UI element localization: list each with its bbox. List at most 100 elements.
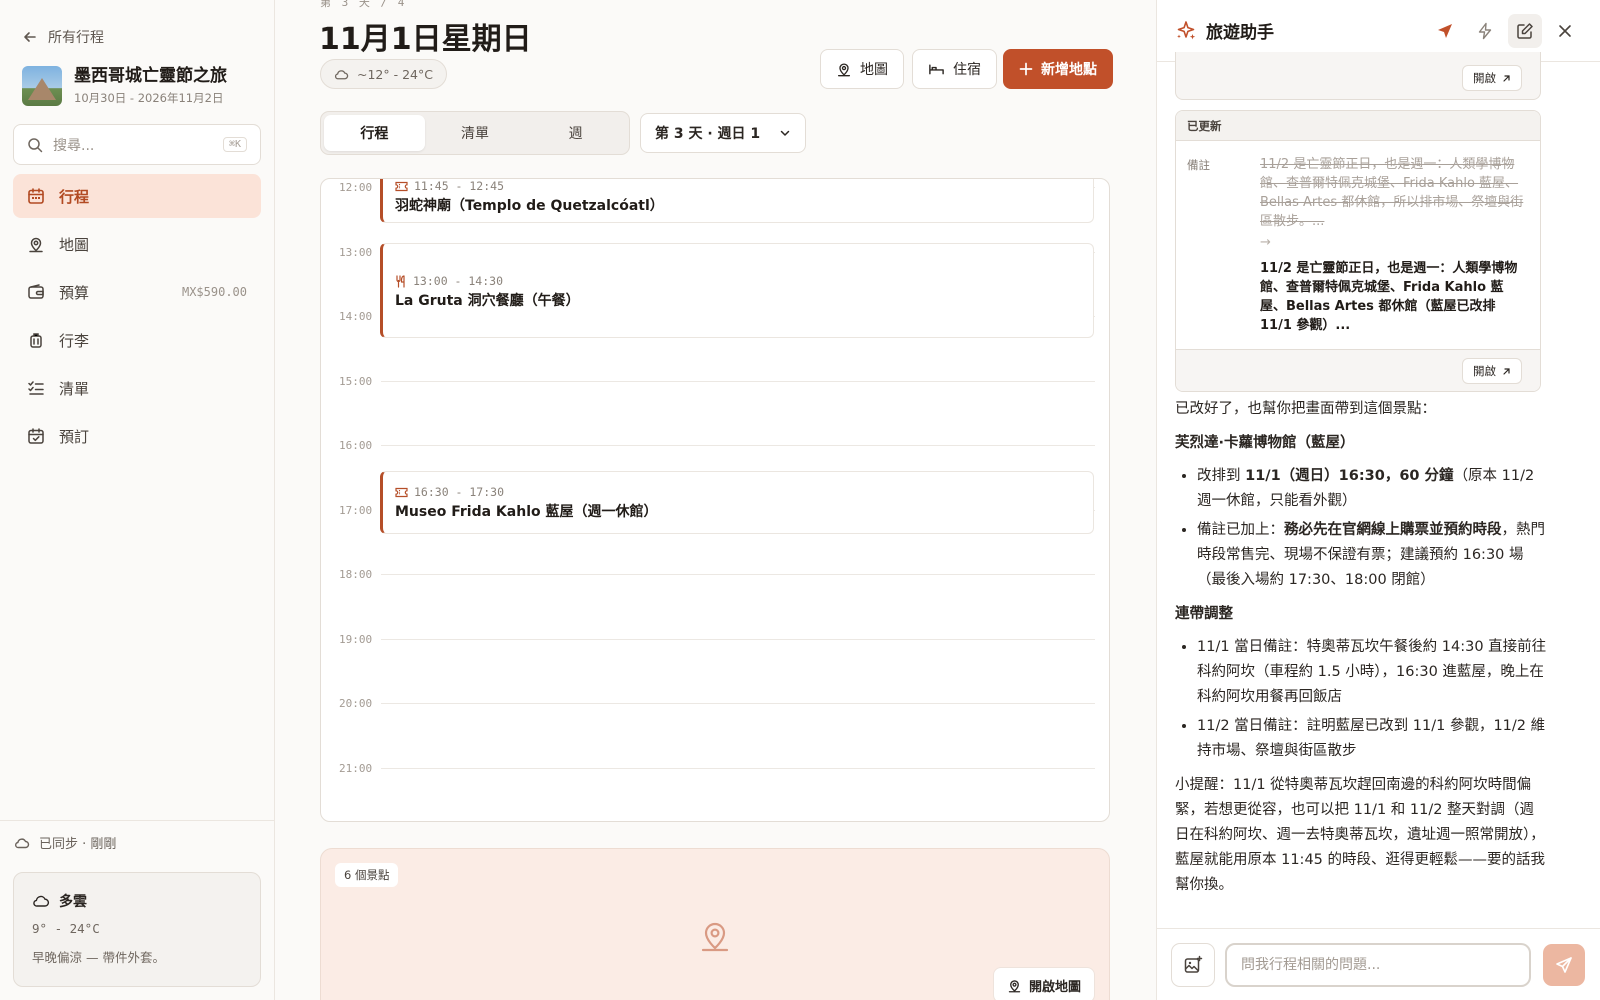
send-icon — [1555, 956, 1573, 974]
weather-condition: 多雲 — [59, 894, 87, 910]
open-button[interactable]: 開啟 — [1462, 358, 1522, 384]
message-heading: 連帶調整 — [1175, 606, 1233, 622]
chat-composer — [1157, 928, 1600, 1000]
assistant-message: 已改好了，也幫你把畫面帶到這個景點： 芙烈達·卡蘿博物館（藍屋） 改排到 11/… — [1175, 397, 1547, 907]
search-input[interactable]: 搜尋... ⌘K — [13, 124, 261, 165]
trip-name: 墨西哥城亡靈節之旅 — [74, 66, 227, 86]
itinerary-event[interactable]: 11:45 - 12:45 羽蛇神廟（Templo de Quetzalcóat… — [380, 179, 1094, 223]
cloud-icon — [32, 892, 50, 910]
hour-row: 15:00 — [321, 375, 1109, 440]
itinerary-event[interactable]: 13:00 - 14:30 La Gruta 洞穴餐廳（午餐） — [380, 243, 1094, 338]
sidebar-item-budget[interactable]: 預算 MX$590.00 — [13, 270, 261, 314]
quick-actions-button[interactable] — [1468, 14, 1502, 48]
sidebar: 所有行程 墨西哥城亡靈節之旅 10月30日 - 2026年11月2日 搜尋...… — [0, 0, 275, 1000]
hour-row: 20:00 — [321, 697, 1109, 762]
itinerary-main: 第 3 天 / 4 11月1日星期日 ~12° - 24°C 地圖 住宿 新增地… — [276, 0, 1156, 1000]
open-map-label: 開啟地圖 — [1028, 979, 1081, 995]
back-to-all-trips-link[interactable]: 所有行程 — [22, 27, 104, 47]
map-button[interactable]: 地圖 — [820, 49, 904, 89]
assistant-title: 旅遊助手 — [1206, 23, 1274, 43]
hour-label: 13:00 — [339, 245, 373, 259]
search-shortcut-badge: ⌘K — [222, 137, 247, 152]
update-new-value: 11/2 是亡靈節正日，也是週一：人類學博物館、查普爾特佩克城堡、Frida K… — [1260, 261, 1518, 333]
sidebar-nav: 行程 地圖 預算 MX$590.00 行李 清單 預訂 — [13, 174, 261, 462]
navigation-arrow-icon — [1436, 22, 1454, 40]
map-pin-icon — [697, 917, 733, 953]
lodging-button[interactable]: 住宿 — [912, 49, 997, 89]
weather-range: 9° - 24°C — [32, 921, 100, 936]
previous-update-card: 開啟 — [1175, 52, 1541, 100]
message-bullet: 改排到 11/1（週日）16:30，60 分鐘（原本 11/2 週一休館，只能看… — [1197, 464, 1547, 514]
hour-label: 15:00 — [339, 374, 373, 388]
new-chat-button[interactable] — [1508, 13, 1542, 48]
map-button-label: 地圖 — [860, 62, 888, 78]
trip-header: 墨西哥城亡靈節之旅 10月30日 - 2026年11月2日 — [22, 65, 227, 106]
chat-input[interactable] — [1225, 943, 1531, 987]
ticket-icon — [395, 181, 408, 192]
wallet-icon — [27, 283, 45, 301]
cloud-icon — [334, 67, 349, 82]
chevron-down-icon — [779, 127, 791, 139]
close-icon — [1557, 23, 1573, 39]
day-timeline: 12:00 13:00 14:00 15:00 16:00 17:00 18:0… — [320, 178, 1110, 822]
bed-icon — [928, 61, 945, 77]
message-bullet: 11/2 當日備註：註明藍屋已改到 11/1 參觀，11/2 維持市場、祭壇與街… — [1197, 714, 1547, 764]
hour-label: 14:00 — [339, 310, 373, 323]
day-breadcrumb: 第 3 天 / 4 — [320, 0, 407, 9]
sync-status: 已同步 · 剛剛 — [0, 820, 275, 864]
budget-amount: MX$590.00 — [181, 285, 247, 299]
sidebar-item-label: 行李 — [59, 331, 90, 350]
message-bullet: 11/1 當日備註：特奧蒂瓦坎午餐後約 14:30 直接前往科約阿坎（車程約 1… — [1197, 635, 1547, 710]
view-tabs: 行程 清單 週 — [320, 111, 630, 155]
sidebar-item-bookings[interactable]: 預訂 — [13, 414, 261, 458]
luggage-icon — [27, 331, 45, 349]
sidebar-item-label: 行程 — [59, 187, 90, 206]
close-panel-button[interactable] — [1548, 14, 1582, 48]
itinerary-event[interactable]: 16:30 - 17:30 Museo Frida Kahlo 藍屋（週一休館） — [380, 471, 1094, 534]
update-arrow: → — [1260, 235, 1271, 250]
attach-image-button[interactable] — [1171, 943, 1215, 987]
update-field-name: 備註 — [1187, 158, 1210, 172]
sidebar-item-label: 清單 — [59, 379, 90, 398]
hour-label: 20:00 — [339, 697, 373, 710]
tab-week[interactable]: 週 — [525, 115, 626, 151]
map-preview-card: 6 個景點 開啟地圖 — [320, 848, 1110, 1000]
update-card: 已更新 備註 11/2 是亡靈節正日，也是週一：人類學博物館、查普爾特佩克城堡、… — [1175, 110, 1541, 392]
message-list: 改排到 11/1（週日）16:30，60 分鐘（原本 11/2 週一休館，只能看… — [1197, 464, 1547, 593]
hour-label: 12:00 — [339, 181, 373, 194]
sidebar-item-checklist[interactable]: 清單 — [13, 366, 261, 410]
event-title: Museo Frida Kahlo 藍屋（週一休館） — [395, 504, 658, 520]
hour-label: 21:00 — [339, 761, 373, 775]
trip-thumbnail — [22, 65, 62, 106]
lodging-button-label: 住宿 — [953, 62, 981, 78]
update-card-header: 已更新 — [1176, 111, 1540, 141]
hour-label: 17:00 — [339, 503, 373, 517]
add-place-label: 新增地點 — [1041, 62, 1097, 78]
message-list: 11/1 當日備註：特奧蒂瓦坎午餐後約 14:30 直接前往科約阿坎（車程約 1… — [1197, 635, 1547, 764]
page-title: 11月1日星期日 — [319, 22, 532, 57]
open-label: 開啟 — [1473, 71, 1496, 85]
sidebar-item-itinerary[interactable]: 行程 — [13, 174, 261, 218]
locate-button[interactable] — [1428, 14, 1462, 48]
tab-checklist[interactable]: 清單 — [425, 115, 526, 151]
sidebar-item-map[interactable]: 地圖 — [13, 222, 261, 266]
message-intro: 已改好了，也幫你把畫面帶到這個景點： — [1175, 401, 1436, 417]
map-pin-icon — [1007, 978, 1022, 993]
message-heading: 芙烈達·卡蘿博物館（藍屋） — [1175, 435, 1355, 451]
send-button[interactable] — [1543, 944, 1585, 986]
sidebar-item-label: 預訂 — [59, 427, 90, 446]
external-arrow-icon — [1502, 367, 1511, 376]
open-map-button[interactable]: 開啟地圖 — [992, 967, 1095, 1000]
temperature-pill: ~12° - 24°C — [320, 59, 447, 89]
sparkle-icon — [1175, 20, 1197, 42]
cloud-icon — [14, 835, 30, 851]
add-place-button[interactable]: 新增地點 — [1003, 49, 1113, 89]
sidebar-item-luggage[interactable]: 行李 — [13, 318, 261, 362]
tab-itinerary[interactable]: 行程 — [324, 115, 425, 151]
day-select[interactable]: 第 3 天 · 週日 1 — [640, 113, 806, 153]
image-add-icon — [1183, 955, 1203, 975]
event-time: 11:45 - 12:45 — [414, 179, 505, 193]
back-link-label: 所有行程 — [48, 30, 104, 46]
event-title: 羽蛇神廟（Templo de Quetzalcóatl） — [395, 198, 664, 214]
open-button[interactable]: 開啟 — [1462, 65, 1522, 91]
